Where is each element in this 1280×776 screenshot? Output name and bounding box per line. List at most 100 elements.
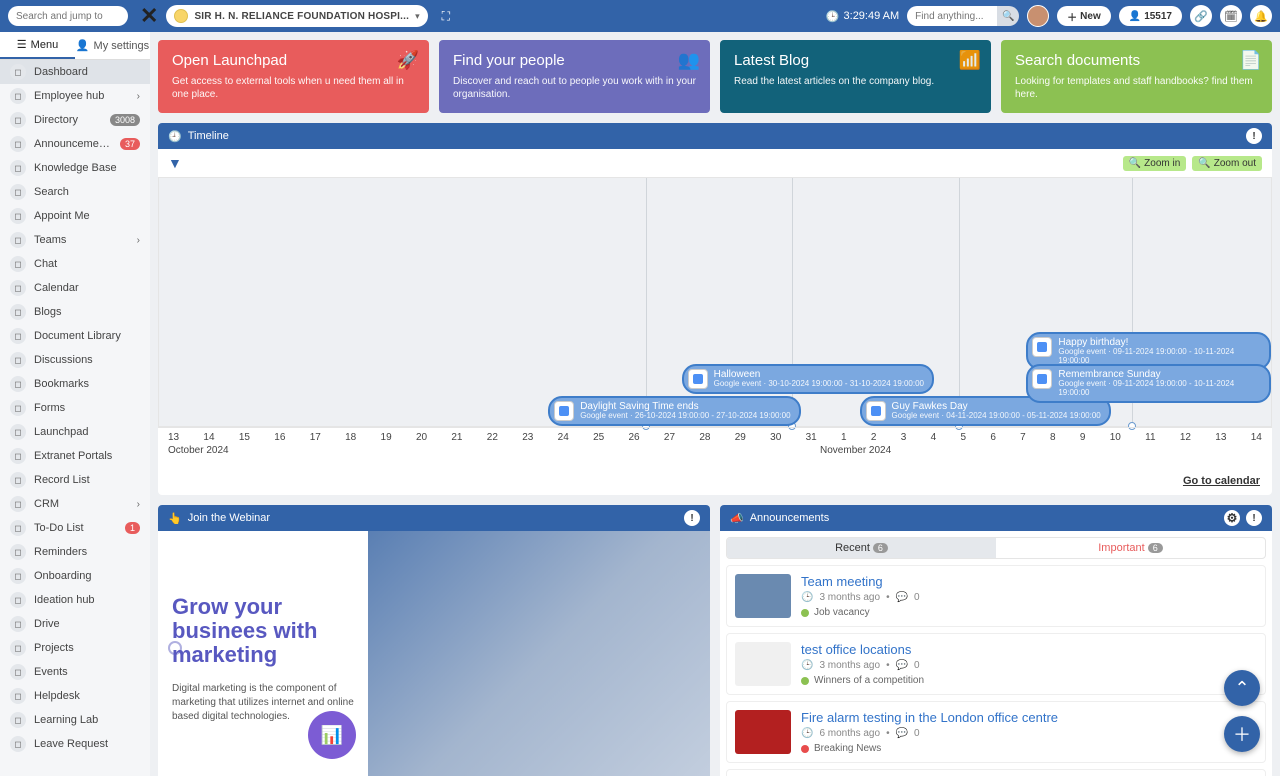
nav-item[interactable]: ◻ Announcements 37 (0, 132, 150, 156)
nav-item[interactable]: ◻ Blogs (0, 300, 150, 324)
bell-icon[interactable]: 🔔 (1250, 5, 1272, 27)
date-tick: 1 (841, 432, 847, 443)
nav-item[interactable]: ◻ Learning Lab (0, 708, 150, 732)
tab-recent[interactable]: Recent6 (727, 538, 996, 558)
nav-item[interactable]: ◻ Forms (0, 396, 150, 420)
nav-item[interactable]: ◻ To-Do List 1 (0, 516, 150, 540)
gear-icon[interactable]: ⚙ (1224, 510, 1240, 526)
nav-item[interactable]: ◻ Appoint Me (0, 204, 150, 228)
tab-my-settings[interactable]: 👤My settings (75, 32, 150, 59)
date-tick: 9 (1080, 432, 1086, 443)
clock-time: 3:29:49 AM (844, 10, 900, 22)
month-label-b: November 2024 (820, 445, 891, 456)
announcement-meta: 🕒3 months ago • 💬0 (801, 592, 1257, 603)
find-button[interactable]: 🔍 (997, 6, 1019, 26)
org-switcher[interactable]: SIR H. N. RELIANCE FOUNDATION HOSPI... ▾ (166, 5, 427, 27)
announcement-item[interactable]: test office locations 🕒3 months ago • 💬0… (726, 633, 1266, 695)
announcement-title[interactable]: Team meeting (801, 574, 1257, 589)
announcement-item[interactable]: Team meeting 🕒3 months ago • 💬0 Job vaca… (726, 565, 1266, 627)
nav-item[interactable]: ◻ Chat (0, 252, 150, 276)
nav-item[interactable]: ◻ Extranet Portals (0, 444, 150, 468)
quick-card[interactable]: 👥 Find your people Discover and reach ou… (439, 40, 710, 113)
timeline-body[interactable]: Daylight Saving Time ends Google event ·… (158, 177, 1272, 427)
scroll-top-button[interactable]: ⌃ (1224, 670, 1260, 706)
nav-label: Reminders (34, 546, 140, 558)
date-tick: 15 (239, 432, 250, 443)
person-icon: 👤 (1129, 11, 1141, 22)
nav-item[interactable]: ◻ Bookmarks (0, 372, 150, 396)
new-button[interactable]: ＋New (1057, 6, 1111, 26)
link-icon[interactable]: 🔗 (1190, 5, 1212, 27)
announcement-title[interactable]: test office locations (801, 642, 1257, 657)
go-to-calendar-link[interactable]: Go to calendar (1183, 475, 1260, 487)
nav-item[interactable]: ◻ Onboarding (0, 564, 150, 588)
nav-item[interactable]: ◻ Dashboard (0, 60, 150, 84)
date-tick: 28 (699, 432, 710, 443)
quick-card[interactable]: 🚀 Open Launchpad Get access to external … (158, 40, 429, 113)
quick-card[interactable]: 📄 Search documents Looking for templates… (1001, 40, 1272, 113)
nav-item[interactable]: ◻ Helpdesk (0, 684, 150, 708)
nav-label: Document Library (34, 330, 140, 342)
nav-icon: ◻ (10, 712, 26, 728)
comment-icon: 💬 (896, 728, 908, 739)
card-desc: Get access to external tools when u need… (172, 75, 415, 101)
nav-item[interactable]: ◻ Employee hub › (0, 84, 150, 108)
nav-item[interactable]: ◻ CRM › (0, 492, 150, 516)
nav-item[interactable]: ◻ Launchpad (0, 420, 150, 444)
close-icon[interactable]: ✕ (140, 3, 158, 29)
webinar-body[interactable]: Grow your businees with marketing Digita… (158, 531, 710, 776)
info-icon[interactable]: ! (684, 510, 700, 526)
announcement-category: Winners of a competition (801, 675, 1257, 686)
announcement-title[interactable]: Fire alarm testing in the London office … (801, 710, 1257, 725)
info-icon[interactable]: ! (1246, 510, 1262, 526)
nav-item[interactable]: ◻ Record List (0, 468, 150, 492)
nav-item[interactable]: ◻ Calendar (0, 276, 150, 300)
nav-icon: ◻ (10, 568, 26, 584)
card-desc: Read the latest articles on the company … (734, 75, 977, 88)
announcement-meta: 🕒3 months ago • 💬0 (801, 660, 1257, 671)
nav-item[interactable]: ◻ Search (0, 180, 150, 204)
quick-card[interactable]: 📶 Latest Blog Read the latest articles o… (720, 40, 991, 113)
nav-badge: 3008 (110, 114, 140, 126)
tab-important[interactable]: Important6 (996, 538, 1265, 558)
nav-item[interactable]: ◻ Discussions (0, 348, 150, 372)
date-tick: 13 (1215, 432, 1226, 443)
zoom-in-button[interactable]: 🔍 Zoom in (1123, 156, 1187, 171)
find-input[interactable] (907, 6, 997, 26)
nav-item[interactable]: ◻ Drive (0, 612, 150, 636)
nav-item[interactable]: ◻ Directory 3008 (0, 108, 150, 132)
event-subtitle: Google event · 26-10-2024 19:00:00 - 27-… (580, 412, 790, 421)
nav-item[interactable]: ◻ Teams › (0, 228, 150, 252)
announcement-item[interactable]: Fire alarm testing in the London office … (726, 701, 1266, 763)
search-jump-input[interactable] (8, 6, 128, 26)
info-icon[interactable]: ! (1246, 128, 1262, 144)
zoom-out-button[interactable]: 🔍 Zoom out (1192, 156, 1262, 171)
date-tick: 29 (735, 432, 746, 443)
nav-item[interactable]: ◻ Events (0, 660, 150, 684)
people-count-button[interactable]: 👤15517 (1119, 6, 1182, 26)
nav-item[interactable]: ◻ Projects (0, 636, 150, 660)
date-tick: 20 (416, 432, 427, 443)
announcement-item[interactable]: Important Company Announcement - Elevati… (726, 769, 1266, 776)
nav-item[interactable]: ◻ Document Library (0, 324, 150, 348)
avatar[interactable] (1027, 5, 1049, 27)
nav-item[interactable]: ◻ Ideation hub (0, 588, 150, 612)
fullscreen-icon[interactable]: ⛶ (436, 9, 456, 24)
nav-label: Events (34, 666, 140, 678)
calendar-icon[interactable]: 🗓 (1220, 5, 1242, 27)
nav-item[interactable]: ◻ Knowledge Base (0, 156, 150, 180)
webinar-headline: Grow your businees with marketing (172, 595, 382, 668)
nav-item[interactable]: ◻ Leave Request (0, 732, 150, 756)
timeline-event[interactable]: Remembrance Sunday Google event · 09-11-… (1026, 364, 1271, 403)
nav-label: Launchpad (34, 426, 140, 438)
date-tick: 14 (1251, 432, 1262, 443)
announcements-title: Announcements (750, 512, 830, 524)
filter-icon[interactable]: ▼ (168, 155, 182, 171)
nav-item[interactable]: ◻ Reminders (0, 540, 150, 564)
add-fab[interactable]: ＋ (1224, 716, 1260, 752)
card-title: Search documents (1015, 52, 1258, 69)
card-title: Open Launchpad (172, 52, 415, 69)
timeline-event[interactable]: Daylight Saving Time ends Google event ·… (548, 396, 800, 426)
tab-menu[interactable]: ☰Menu (0, 32, 75, 59)
timeline-event[interactable]: Halloween Google event · 30-10-2024 19:0… (682, 364, 934, 394)
